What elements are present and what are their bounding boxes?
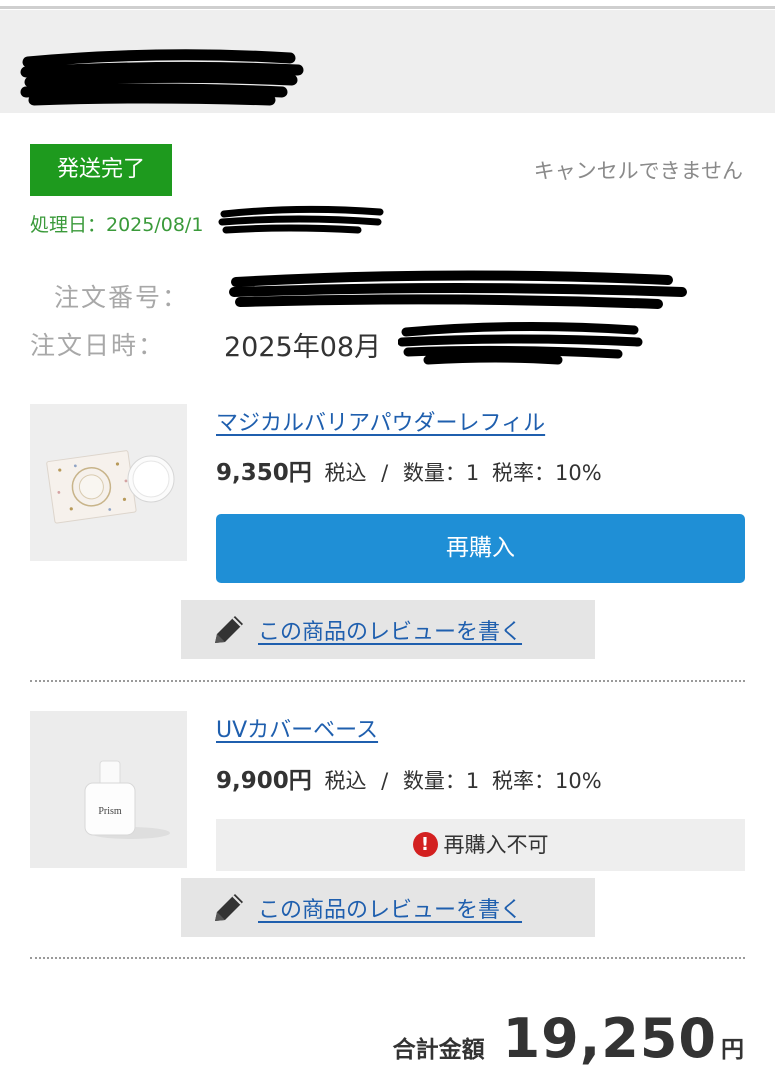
- price-line: 9,350円 税込 / 数量：1 税率：10%: [216, 453, 602, 487]
- redaction-scribble: [20, 49, 304, 106]
- tax-included-label: 税込: [324, 769, 367, 793]
- header-bar: [0, 10, 775, 113]
- order-date-value: 2025年08月: [224, 332, 382, 363]
- order-date-label: 注文日時：: [30, 331, 166, 360]
- product-image-refill[interactable]: [30, 404, 187, 561]
- bottle-label-text: Prism: [98, 806, 122, 817]
- rebuy-unavailable-notice: ! 再購入不可: [216, 819, 745, 871]
- tax-rate: 税率：10%: [491, 461, 602, 485]
- price: 9,350円: [216, 460, 312, 486]
- top-border: [0, 6, 775, 9]
- tax-included-label: 税込: [324, 461, 367, 485]
- quantity: 数量：1: [402, 769, 480, 793]
- total-unit: 円: [721, 1037, 744, 1063]
- product-name-link[interactable]: マジカルバリアパウダーレフィル: [216, 405, 545, 437]
- total-value: 19,250: [502, 1007, 717, 1070]
- write-review-link[interactable]: この商品のレビューを書く: [258, 892, 522, 924]
- pencil-icon: [215, 894, 243, 921]
- product-image-uv-base[interactable]: Prism: [30, 711, 187, 868]
- rebuy-unavailable-text: 再購入不可: [443, 833, 549, 857]
- alert-icon: !: [412, 831, 438, 857]
- write-review-button[interactable]: この商品のレビューを書く: [181, 878, 595, 937]
- processed-date: 処理日：2025/08/1: [30, 210, 203, 237]
- bottle-icon: Prism: [30, 711, 187, 868]
- divider: [30, 680, 745, 682]
- status-badge: 発送完了: [30, 144, 172, 196]
- redaction-scribble: [218, 205, 384, 234]
- quantity: 数量：1: [402, 461, 480, 485]
- redaction-scribble: [398, 321, 643, 365]
- pencil-icon: [215, 616, 243, 643]
- price-line: 9,900円 税込 / 数量：1 税率：10%: [216, 761, 602, 795]
- powder-compact-icon: [30, 404, 187, 561]
- order-number-label: 注文番号：: [54, 283, 190, 312]
- processed-date-text: 処理日：2025/08/1: [30, 214, 204, 236]
- write-review-link[interactable]: この商品のレビューを書く: [258, 614, 522, 646]
- order-total: 合計金額 19,250 円: [393, 1007, 744, 1070]
- price: 9,900円: [216, 768, 312, 794]
- product-name-link[interactable]: UVカバーベース: [216, 712, 378, 744]
- separator: /: [381, 461, 389, 485]
- tax-rate: 税率：10%: [491, 769, 602, 793]
- divider: [30, 957, 745, 959]
- cancel-note: キャンセルできません: [533, 159, 743, 183]
- write-review-button[interactable]: この商品のレビューを書く: [181, 600, 595, 659]
- separator: /: [381, 769, 389, 793]
- redaction-scribble: [229, 270, 687, 309]
- total-label: 合計金額: [392, 1037, 485, 1063]
- rebuy-button[interactable]: 再購入: [216, 514, 745, 583]
